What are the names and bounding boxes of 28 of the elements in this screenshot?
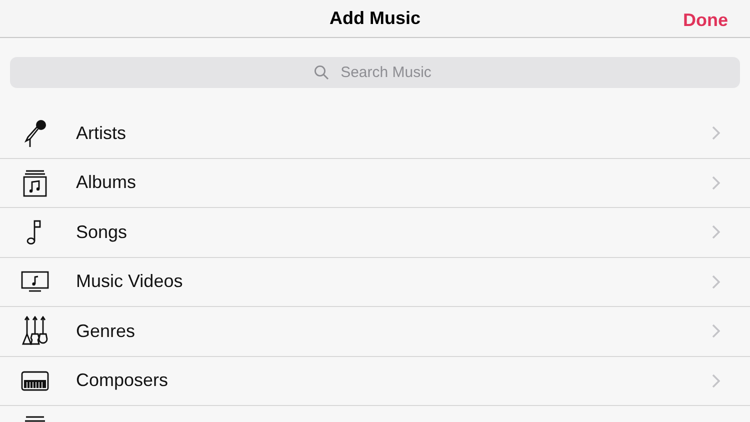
menu-row[interactable]: Artists: [0, 109, 750, 158]
search-field[interactable]: Search Music: [10, 57, 740, 88]
screen-title: Add Music: [329, 7, 420, 30]
menu-row[interactable]: Genres: [0, 307, 750, 356]
guitars-icon: [21, 316, 49, 346]
piano-keyboard-icon: [21, 370, 49, 391]
microphone-icon: [22, 119, 48, 148]
search-icon: [314, 65, 329, 80]
menu-row[interactable]: Songs: [0, 208, 750, 258]
album-icon: [22, 168, 48, 197]
menu-row[interactable]: Albums: [0, 158, 750, 208]
row-label: Artists: [76, 122, 128, 145]
chevron-icon: [712, 225, 720, 240]
chevron-icon: [712, 126, 720, 140]
menu-row[interactable]: Music Videos: [0, 258, 750, 307]
menu-row[interactable]: Composers: [0, 356, 750, 406]
row-label: Composers: [76, 369, 170, 392]
row-label: Songs: [76, 220, 128, 244]
done-button[interactable]: Done: [683, 7, 728, 34]
stack-icon: [22, 415, 48, 422]
row-label: Music Videos: [76, 270, 184, 294]
chevron-icon: [712, 374, 720, 388]
chevron-icon: [712, 176, 720, 190]
row-label: Genres: [76, 320, 136, 343]
chevron-icon: [712, 324, 720, 338]
row-label: Albums: [76, 171, 138, 194]
chevron-icon: [712, 274, 720, 289]
monitor-note-icon: [21, 270, 49, 293]
